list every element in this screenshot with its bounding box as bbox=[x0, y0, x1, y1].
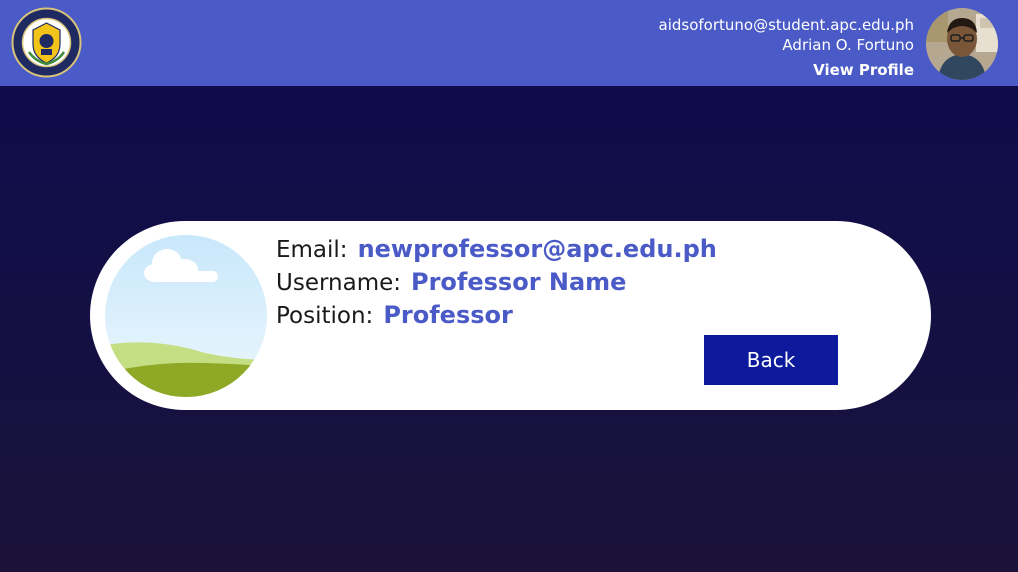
back-button[interactable]: Back bbox=[704, 335, 838, 385]
profile-card: Email: newprofessor@apc.edu.ph Username: P… bbox=[90, 221, 931, 410]
landscape-placeholder-icon bbox=[105, 235, 267, 397]
position-label: Position: bbox=[276, 303, 374, 329]
email-row: Email: newprofessor@apc.edu.ph bbox=[276, 233, 717, 266]
profile-picture bbox=[105, 235, 267, 397]
email-label: Email: bbox=[276, 237, 348, 263]
position-row: Position: Professor bbox=[276, 299, 717, 332]
username-value: Professor Name bbox=[411, 268, 627, 296]
user-avatar-icon bbox=[926, 8, 998, 80]
view-profile-link[interactable]: View Profile bbox=[659, 61, 914, 79]
college-logo[interactable] bbox=[11, 7, 82, 78]
user-info: aidsofortuno@student.apc.edu.ph Adrian O… bbox=[659, 15, 914, 79]
user-email: aidsofortuno@student.apc.edu.ph bbox=[658, 16, 914, 34]
email-value: newprofessor@apc.edu.ph bbox=[357, 235, 717, 263]
top-header: aidsofortuno@student.apc.edu.ph Adrian O… bbox=[0, 0, 1018, 86]
profile-fields: Email: newprofessor@apc.edu.ph Username: P… bbox=[276, 233, 717, 332]
username-label: Username: bbox=[276, 270, 401, 296]
username-row: Username: Professor Name bbox=[276, 266, 717, 299]
user-name: Adrian O. Fortuno bbox=[782, 36, 914, 54]
college-seal-icon bbox=[11, 7, 82, 78]
position-value: Professor bbox=[383, 301, 513, 329]
avatar[interactable] bbox=[926, 8, 998, 80]
